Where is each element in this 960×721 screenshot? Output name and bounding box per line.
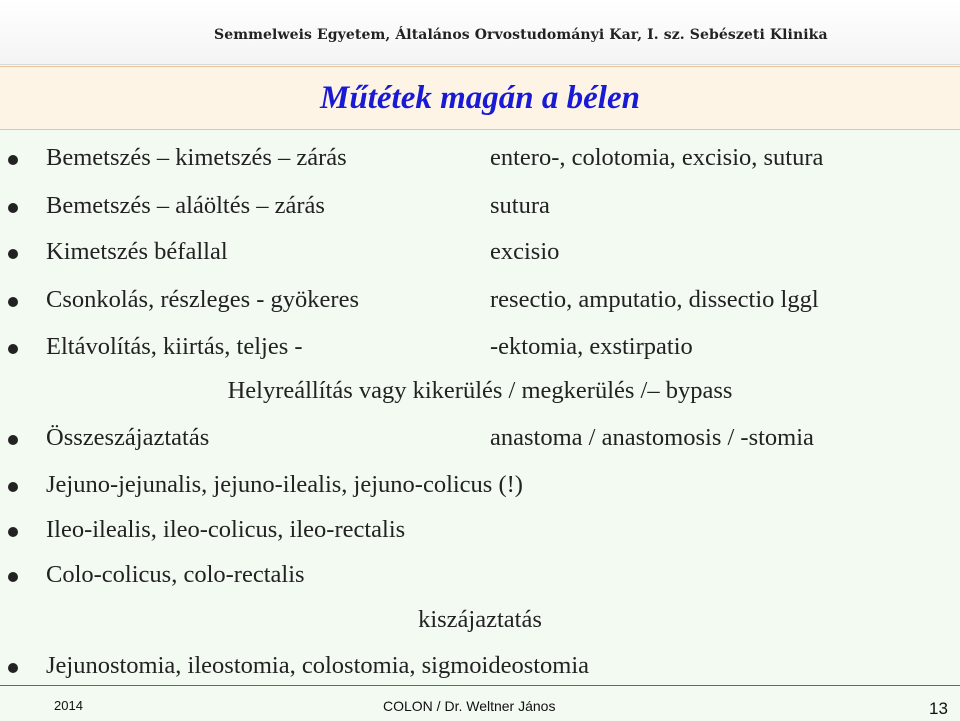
list-item-term: Bemetszés – kimetszés – zárás — [46, 144, 347, 171]
footer-author: COLON / Dr. Weltner János — [383, 698, 556, 714]
list-item-term: Csonkolás, részleges - gyökeres — [46, 286, 359, 313]
list-item-term: Ileo-ilealis, ileo-colicus, ileo-rectali… — [46, 516, 406, 543]
bullet-icon — [8, 297, 18, 307]
institution-banner: Semmelweis Egyetem, Általános Orvostudom… — [0, 0, 960, 65]
bullet-icon — [8, 203, 18, 213]
list-item-term-latin: anastoma / anastomosis / -stomia — [490, 424, 814, 451]
list-item-term: Jejuno-jejunalis, jejuno-ilealis, jejuno… — [46, 471, 523, 498]
list-item-term-latin: -ektomia, exstirpatio — [490, 333, 693, 360]
list-item-term: Összeszájaztatás — [46, 424, 210, 451]
list-item-term-latin: excisio — [490, 238, 560, 265]
list-item-term-latin: entero-, colotomia, excisio, sutura — [490, 144, 824, 171]
footer-year: 2014 — [54, 698, 83, 713]
list-item-term-latin: sutura — [490, 192, 550, 219]
title-band: Műtétek magán a bélen — [0, 66, 960, 130]
list-item-term-latin: resectio, amputatio, dissectio lggl — [490, 286, 819, 313]
bullet-icon — [8, 482, 18, 492]
section-subheading: kiszájaztatás — [0, 606, 960, 634]
list-item-term: Colo-colicus, colo-rectalis — [46, 561, 305, 588]
slide-content: Bemetszés – kimetszés – zárás entero-, c… — [0, 130, 960, 685]
bullet-icon — [8, 435, 18, 445]
slide-footer: 2014 COLON / Dr. Weltner János 13 — [0, 685, 960, 721]
bullet-icon — [8, 249, 18, 259]
subheading-text: Helyreállítás vagy kikerülés / megkerülé… — [227, 377, 733, 404]
institution-name: Semmelweis Egyetem, Általános Orvostudom… — [214, 27, 828, 43]
bullet-icon — [8, 155, 18, 165]
list-item-term: Jejunostomia, ileostomia, colostomia, si… — [46, 652, 590, 679]
bullet-icon — [8, 344, 18, 354]
bullet-icon — [8, 572, 18, 582]
section-subheading: Helyreállítás vagy kikerülés / megkerülé… — [0, 377, 960, 405]
subheading-text: kiszájaztatás — [418, 606, 542, 633]
list-item-term: Eltávolítás, kiirtás, teljes - — [46, 333, 303, 360]
bullet-icon — [8, 663, 18, 673]
page-number: 13 — [929, 699, 948, 718]
list-item-term: Bemetszés – aláöltés – zárás — [46, 192, 325, 219]
bullet-icon — [8, 527, 18, 537]
list-item-term: Kimetszés béfallal — [46, 238, 228, 265]
slide-title: Műtétek magán a bélen — [320, 79, 640, 116]
